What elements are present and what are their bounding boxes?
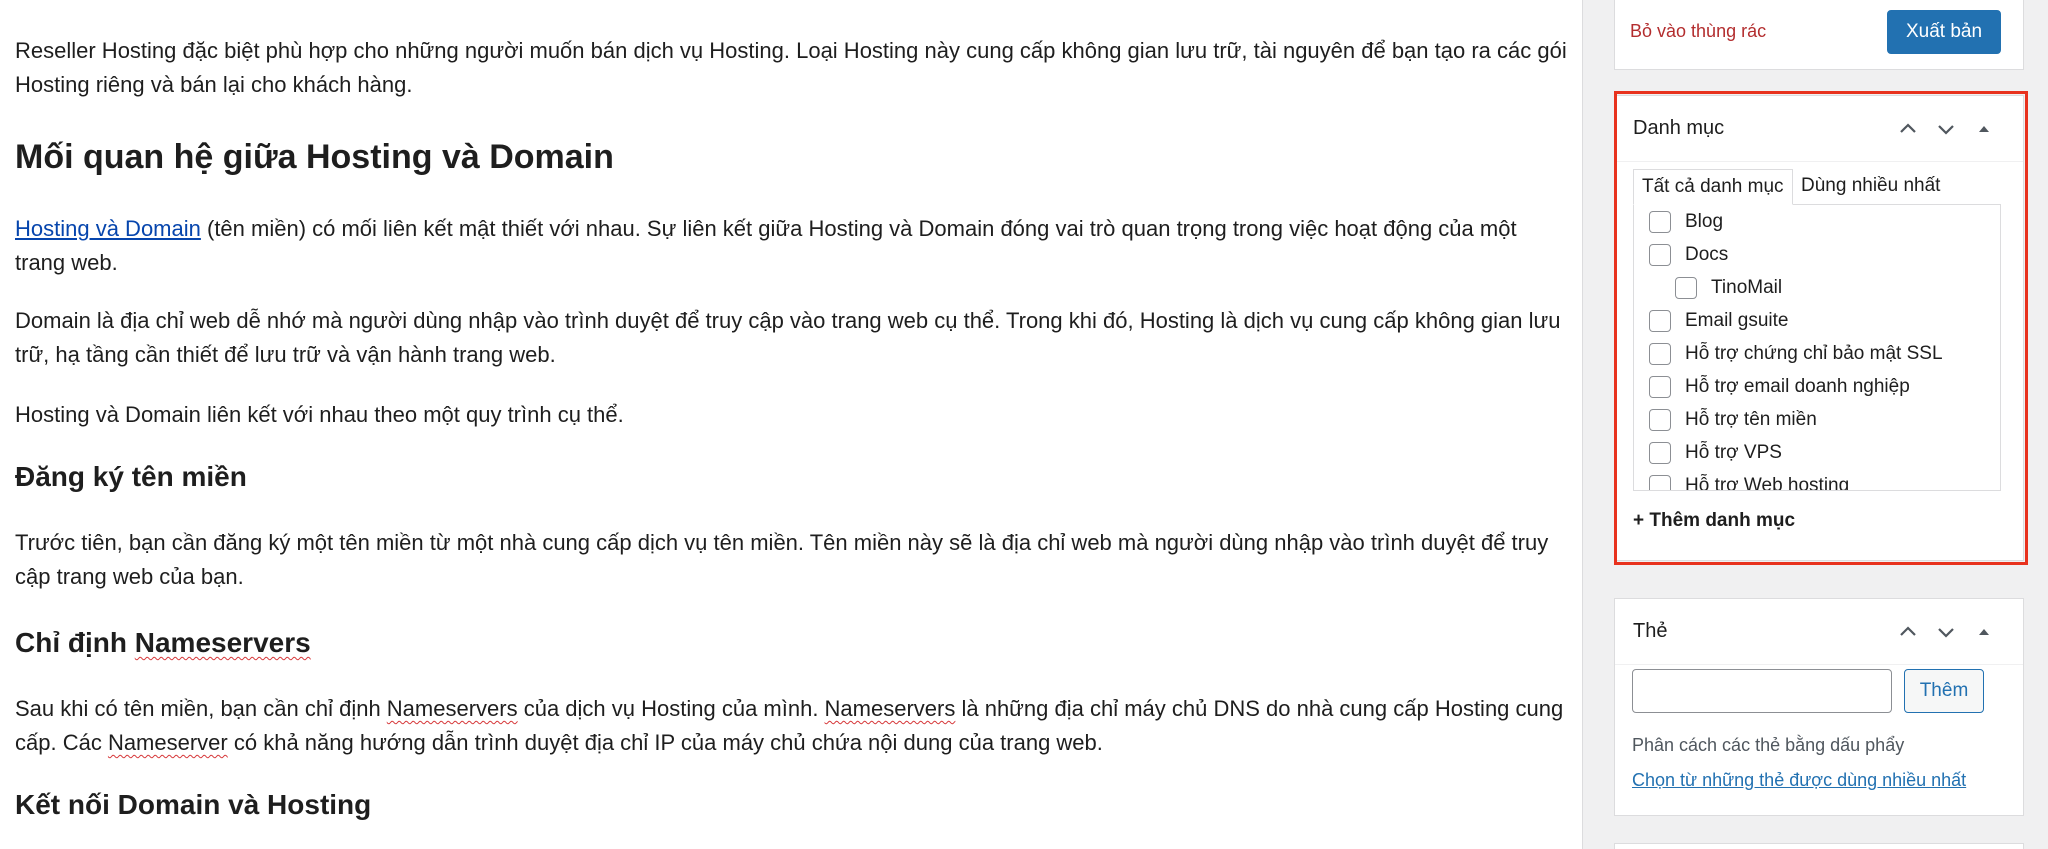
text-fragment: Sau khi có tên miền, bạn cần chỉ định [15, 696, 387, 721]
category-label: Hỗ trợ VPS [1685, 442, 1782, 463]
category-label: Email gsuite [1685, 310, 1789, 331]
tag-hint: Phân cách các thẻ bằng dấu phẩy [1632, 735, 1905, 755]
tag-input[interactable] [1632, 669, 1892, 713]
checkbox[interactable] [1649, 442, 1671, 464]
checkbox[interactable] [1649, 310, 1671, 332]
spellcheck-word[interactable]: Nameservers [825, 696, 956, 721]
text-fragment: có khả năng hướng dẫn trình duyệt địa ch… [227, 730, 1103, 755]
chevron-up-icon[interactable] [1891, 112, 1925, 146]
settings-sidebar: Bỏ vào thùng rác Xuất bản Danh mục Tất c… [1584, 0, 2048, 849]
checkbox[interactable] [1649, 343, 1671, 365]
category-label: Hỗ trợ tên miền [1685, 409, 1817, 430]
category-item-docs[interactable]: Docs [1649, 240, 1728, 270]
paragraph-process[interactable]: Hosting và Domain liên kết với nhau theo… [15, 398, 1570, 432]
category-label: Hỗ trợ email doanh nghiệp [1685, 376, 1910, 397]
spellcheck-word[interactable]: Nameservers [387, 696, 518, 721]
checkbox[interactable] [1649, 376, 1671, 398]
category-label: Hỗ trợ Web hosting [1685, 475, 1850, 491]
category-box-title: Danh mục [1633, 117, 1725, 139]
category-label: Docs [1685, 244, 1729, 265]
category-label: TinoMail [1711, 277, 1783, 298]
hosting-domain-link[interactable]: Hosting và Domain [15, 216, 201, 241]
heading-connect[interactable]: Kết nối Domain và Hosting [15, 786, 371, 824]
checkbox[interactable] [1649, 211, 1671, 233]
category-item-domain[interactable]: Hỗ trợ tên miền [1649, 405, 1817, 435]
heading-nameservers-prefix: Chỉ định [15, 627, 135, 658]
tab-all-categories[interactable]: Tất cả danh mục [1633, 169, 1793, 205]
checkbox[interactable] [1649, 475, 1671, 490]
category-item-business-email[interactable]: Hỗ trợ email doanh nghiệp [1649, 372, 1910, 402]
paragraph-relation[interactable]: Hosting và Domain (tên miền) có mối liên… [15, 212, 1570, 280]
chevron-down-icon[interactable] [1929, 112, 1963, 146]
collapse-triangle-icon[interactable] [1967, 112, 2001, 146]
text-fragment: của dịch vụ Hosting của mình. [517, 696, 825, 721]
heading-nameservers[interactable]: Chỉ định Nameservers [15, 624, 311, 662]
checkbox[interactable] [1675, 277, 1697, 299]
spellcheck-word[interactable]: Nameserver [108, 730, 228, 755]
paragraph-relation-text: (tên miền) có mối liên kết mật thiết với… [15, 216, 1517, 275]
category-label: Blog [1685, 211, 1724, 232]
next-panel [1614, 843, 2024, 849]
tab-most-used[interactable]: Dùng nhiều nhất [1793, 169, 1948, 205]
category-checklist[interactable]: Blog Docs TinoMail Email gsuite Hỗ trợ c… [1633, 204, 2001, 491]
category-item-blog[interactable]: Blog [1649, 207, 1723, 237]
heading-register[interactable]: Đăng ký tên miền [15, 458, 247, 496]
paragraph-register[interactable]: Trước tiên, bạn cần đăng ký một tên miền… [15, 526, 1570, 594]
add-tag-button[interactable]: Thêm [1904, 669, 1984, 713]
chevron-up-icon[interactable] [1891, 615, 1925, 649]
category-item-email-gsuite[interactable]: Email gsuite [1649, 306, 1789, 336]
collapse-triangle-icon[interactable] [1967, 615, 2001, 649]
category-item-vps[interactable]: Hỗ trợ VPS [1649, 438, 1782, 468]
category-item-tinomail[interactable]: TinoMail [1675, 273, 1782, 303]
tag-box: Thẻ Thêm Phân cách các thẻ bằng dấu phẩy… [1614, 598, 2024, 816]
checkbox[interactable] [1649, 409, 1671, 431]
checkbox[interactable] [1649, 244, 1671, 266]
heading-relation[interactable]: Mối quan hệ giữa Hosting và Domain [15, 135, 614, 179]
category-label: Hỗ trợ chứng chỉ bảo mật SSL [1685, 343, 1943, 364]
spellcheck-word[interactable]: Nameservers [135, 627, 311, 658]
publish-button[interactable]: Xuất bản [1887, 10, 2001, 54]
trash-link[interactable]: Bỏ vào thùng rác [1630, 21, 1766, 42]
add-category-link[interactable]: + Thêm danh mục [1633, 510, 1795, 532]
category-item-web-hosting[interactable]: Hỗ trợ Web hosting [1649, 471, 1850, 491]
tag-box-title: Thẻ [1633, 620, 1668, 642]
paragraph-reseller[interactable]: Reseller Hosting đặc biệt phù hợp cho nh… [15, 34, 1570, 102]
popular-tags-link[interactable]: Chọn từ những thẻ được dùng nhiều nhất [1632, 770, 1966, 791]
tag-box-header: Thẻ [1615, 599, 2023, 665]
category-box-header: Danh mục [1615, 96, 2023, 162]
chevron-down-icon[interactable] [1929, 615, 1963, 649]
category-box: Danh mục Tất cả danh mục Dùng nhiều nhất… [1614, 95, 2024, 561]
paragraph-domain[interactable]: Domain là địa chỉ web dễ nhớ mà người dù… [15, 304, 1570, 372]
publish-box: Bỏ vào thùng rác Xuất bản [1614, 0, 2024, 70]
post-editor[interactable]: Reseller Hosting đặc biệt phù hợp cho nh… [0, 0, 1583, 849]
paragraph-nameservers[interactable]: Sau khi có tên miền, bạn cần chỉ định Na… [15, 692, 1570, 760]
category-item-ssl[interactable]: Hỗ trợ chứng chỉ bảo mật SSL [1649, 339, 1943, 369]
